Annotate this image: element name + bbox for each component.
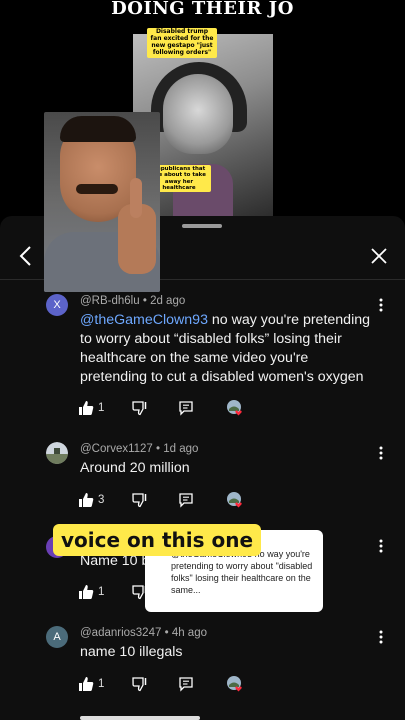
comment-text: name 10 illegals	[80, 644, 183, 660]
avatar-letter: A	[53, 631, 61, 643]
comment-author[interactable]: @Corvex1127	[80, 443, 153, 455]
dislike-button[interactable]	[132, 398, 148, 418]
like-count: 1	[98, 586, 105, 598]
more-vert-icon	[379, 298, 383, 312]
creator-avatar-heart-icon	[227, 676, 242, 692]
bottom-input-bar[interactable]	[80, 716, 200, 720]
chevron-left-icon	[19, 246, 31, 266]
more-vert-icon	[379, 539, 383, 553]
comment-mention[interactable]: @theGameClown93	[80, 312, 208, 328]
thumbs-down-icon	[132, 677, 147, 692]
comment-meta: @RB-dh6lu • 2d ago	[80, 295, 185, 307]
comment-more-button[interactable]	[372, 296, 390, 314]
avatar[interactable]: X	[46, 294, 68, 316]
reply-button[interactable]	[178, 398, 194, 418]
comment-more-button[interactable]	[372, 537, 390, 555]
thumbs-down-icon	[132, 401, 147, 416]
thumbs-up-icon	[79, 493, 94, 507]
avatar[interactable]	[46, 442, 68, 464]
like-button[interactable]: 1	[78, 398, 104, 418]
close-button[interactable]	[367, 244, 391, 268]
comment-meta: @adanrios3247 • 4h ago	[80, 627, 207, 639]
thumbs-up-icon	[79, 401, 94, 415]
creator-heart-badge	[226, 675, 244, 693]
like-count: 1	[98, 402, 105, 414]
like-button[interactable]: 1	[78, 674, 104, 694]
like-button[interactable]: 1	[78, 582, 104, 602]
creator-camera-overlay	[44, 112, 160, 292]
thumbs-up-icon	[79, 585, 94, 599]
comment-actions: 3	[78, 490, 278, 510]
close-icon	[371, 248, 387, 264]
comment-more-button[interactable]	[372, 628, 390, 646]
thumbs-up-icon	[79, 677, 94, 691]
more-vert-icon	[379, 630, 383, 644]
comment-time: 1d ago	[163, 443, 199, 455]
creator-avatar-heart-icon	[227, 492, 242, 508]
comment-actions: 1	[78, 674, 278, 694]
thumbs-down-icon	[132, 493, 147, 508]
meta-separator: •	[142, 295, 151, 307]
creator-hair	[60, 116, 136, 142]
avatar-image	[46, 442, 68, 464]
reply-button[interactable]	[178, 490, 194, 510]
voice-caption: voice on this one	[53, 524, 262, 556]
avatar-letter: X	[53, 299, 61, 311]
sheet-drag-handle[interactable]	[182, 224, 222, 228]
creator-heart-badge	[226, 491, 244, 509]
video-subject-face	[163, 74, 233, 154]
reply-icon	[179, 493, 193, 508]
video-headline: DOING THEIR JO	[111, 0, 294, 19]
reply-button[interactable]	[178, 674, 194, 694]
back-button[interactable]	[14, 244, 38, 268]
creator-finger	[130, 178, 142, 218]
creator-heart-badge	[226, 399, 244, 417]
like-count: 3	[98, 494, 105, 506]
avatar[interactable]: A	[46, 626, 68, 648]
comment-text: @theGameClown93 no way you're pretending…	[80, 311, 376, 387]
reply-icon	[179, 401, 193, 416]
comment-author[interactable]: @RB-dh6lu	[80, 295, 140, 307]
dislike-button[interactable]	[132, 490, 148, 510]
like-count: 1	[98, 678, 105, 690]
meta-separator: •	[164, 627, 172, 639]
comment-text: Around 20 million	[80, 460, 190, 476]
comment-actions: 1	[78, 398, 278, 418]
like-button[interactable]: 3	[78, 490, 104, 510]
dislike-button[interactable]	[132, 674, 148, 694]
video-caption-top: Disabled trump fan excited for the new g…	[147, 28, 217, 58]
more-vert-icon	[379, 446, 383, 460]
comment-time: 2d ago	[150, 295, 186, 307]
comment-time: 4h ago	[171, 627, 207, 639]
creator-mustache	[76, 184, 118, 194]
reply-icon	[179, 677, 193, 692]
comment-meta: @Corvex1127 • 1d ago	[80, 443, 198, 455]
creator-avatar-heart-icon	[227, 400, 242, 416]
comment-author[interactable]: @adanrios3247	[80, 627, 161, 639]
comment-more-button[interactable]	[372, 444, 390, 462]
